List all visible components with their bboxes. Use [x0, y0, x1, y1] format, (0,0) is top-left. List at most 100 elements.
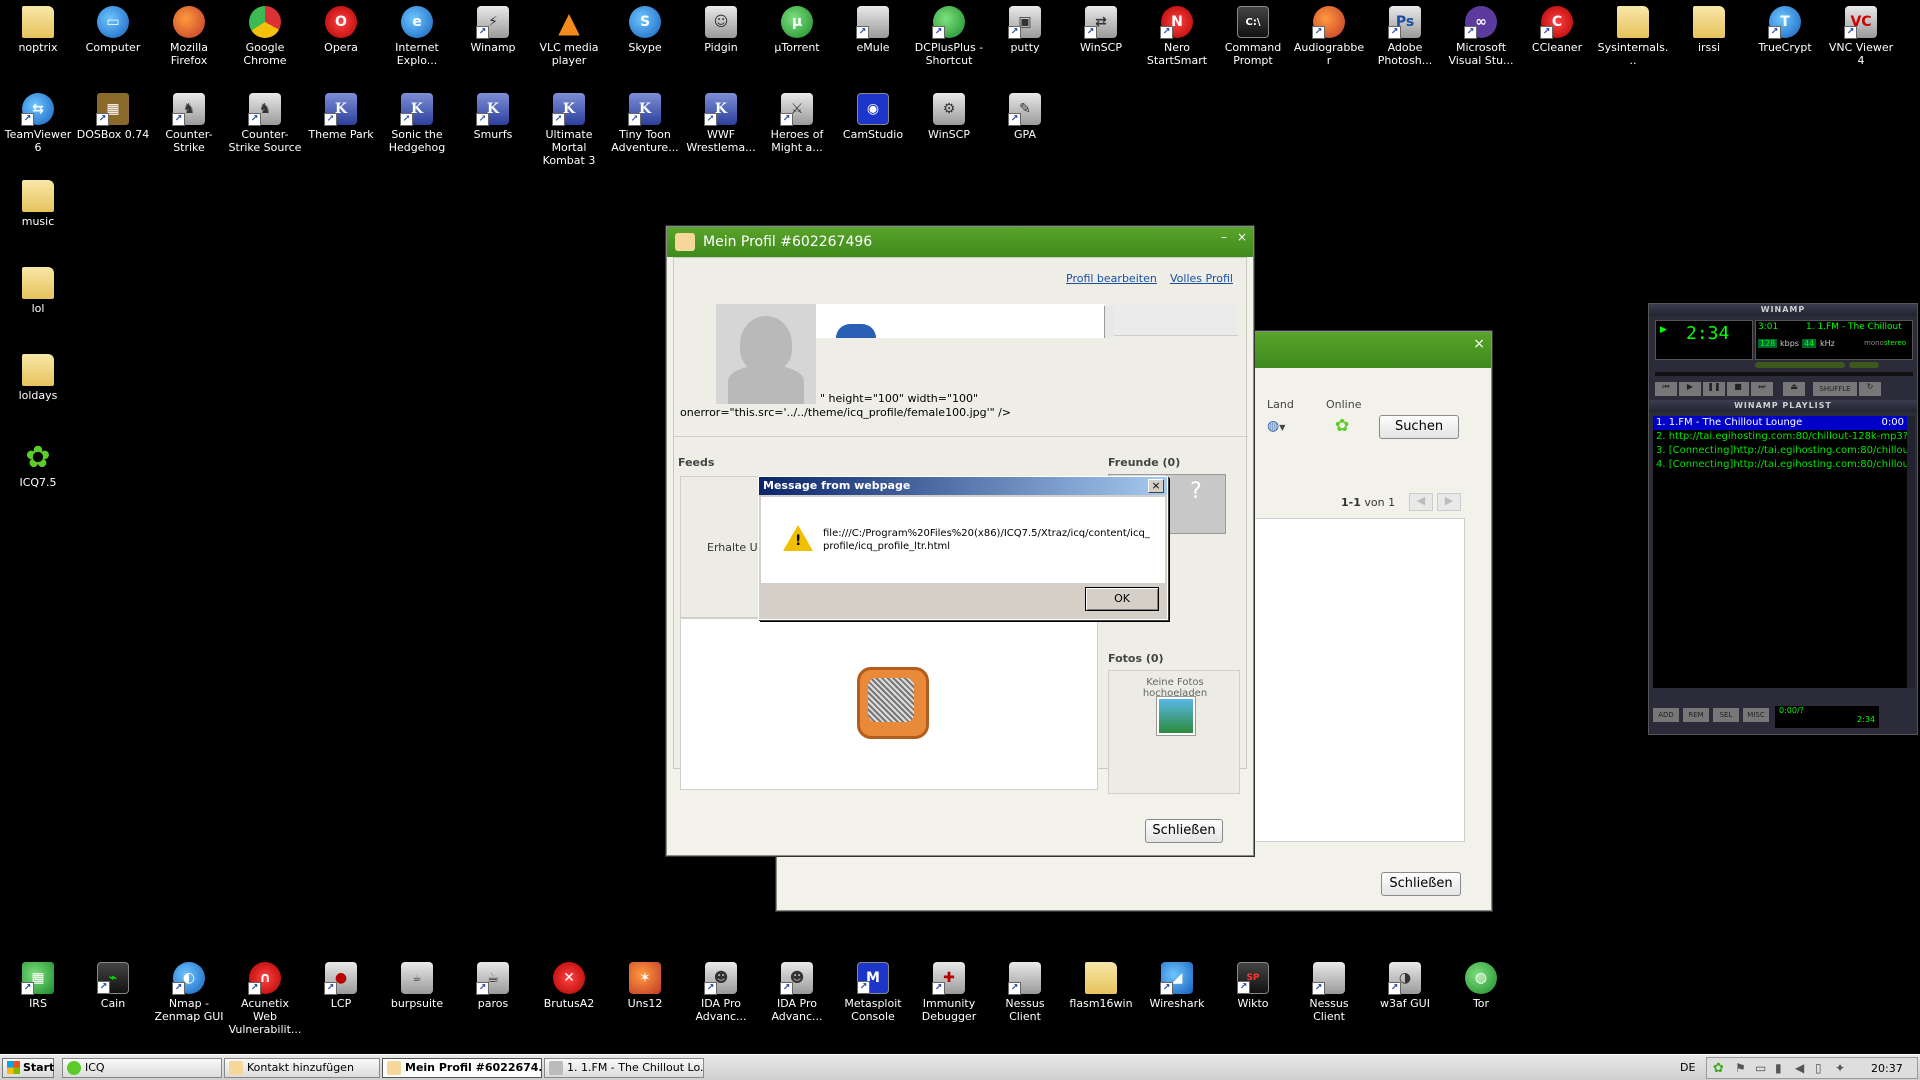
unknown-friend-avatar[interactable]: ?	[1166, 474, 1226, 534]
battery-icon[interactable]: ▯	[1815, 1061, 1822, 1075]
ok-button[interactable]: OK	[1085, 587, 1159, 611]
desktop-icon-cs-source[interactable]: ♞Counter-Strike Source	[227, 93, 303, 154]
desktop-icon-winscp[interactable]: ⇄WinSCP	[1063, 6, 1139, 54]
profile-close-button[interactable]: Schließen	[1145, 819, 1223, 843]
desktop-icon-opera[interactable]: O Opera	[303, 6, 379, 54]
desktop-icon-utorrent[interactable]: µ µTorrent	[759, 6, 835, 54]
desktop-icon-acunetix[interactable]: ∩Acunetix Web Vulnerabilit...	[227, 962, 303, 1036]
play-icon[interactable]: ▶	[1679, 382, 1701, 396]
desktop-icon-winscp-2[interactable]: ⚙ WinSCP	[911, 93, 987, 141]
desktop-icon-ida-2[interactable]: ☻IDA Pro Advanc...	[759, 962, 835, 1023]
desktop-icon-putty[interactable]: ▣putty	[987, 6, 1063, 54]
desktop-icon-emule[interactable]: eMule	[835, 6, 911, 54]
playlist-item[interactable]: 2. http://tai.egihosting.com:80/chillout…	[1653, 430, 1907, 444]
playlist-remove-button[interactable]: REM	[1683, 708, 1709, 722]
search-button[interactable]: Suchen	[1379, 415, 1459, 439]
tray-app-icon[interactable]: ✦	[1835, 1061, 1845, 1075]
desktop-icon-brutus[interactable]: ✕ BrutusA2	[531, 962, 607, 1010]
desktop-icon-paros[interactable]: ☕paros	[455, 962, 531, 1010]
desktop-icon-skype[interactable]: S Skype	[607, 6, 683, 54]
desktop-icon-dcplusplus[interactable]: DCPlusPlus - Shortcut	[911, 6, 987, 67]
desktop-icon-theme-park[interactable]: KTheme Park	[303, 93, 379, 141]
shuffle-button[interactable]: SHUFFLE	[1813, 382, 1857, 396]
desktop-icon-sysinternals[interactable]: Sysinternals...	[1595, 6, 1671, 67]
next-icon[interactable]: ⏭	[1751, 382, 1773, 396]
close-icon[interactable]: ×	[1473, 336, 1485, 352]
desktop-icon-ida-1[interactable]: ☻IDA Pro Advanc...	[683, 962, 759, 1023]
desktop-icon-dosbox[interactable]: ▦DOSBox 0.74	[75, 93, 151, 141]
task-add-contact[interactable]: Kontakt hinzufügen	[224, 1058, 380, 1078]
task-my-profile[interactable]: Mein Profil #6022674...	[382, 1058, 542, 1078]
playlist-item[interactable]: 3. [Connecting]http://tai.egihosting.com…	[1653, 444, 1907, 458]
full-profile-link[interactable]: Volles Profil	[1170, 272, 1233, 285]
desktop-icon-lol[interactable]: lol	[0, 267, 76, 315]
desktop-icon-burpsuite[interactable]: ☕ burpsuite	[379, 962, 455, 1010]
desktop-icon-firefox[interactable]: Mozilla Firefox	[151, 6, 227, 67]
desktop-icon-vlc[interactable]: ▲ VLC media player	[531, 6, 607, 67]
signal-icon[interactable]: ▮	[1775, 1061, 1782, 1075]
desktop-icon-noptrix[interactable]: noptrix	[0, 6, 76, 54]
desktop-icon-wireshark[interactable]: ◢Wireshark	[1139, 962, 1215, 1010]
playlist-titlebar[interactable]: WINAMP PLAYLIST	[1649, 400, 1917, 412]
volume-slider[interactable]	[1755, 362, 1845, 368]
desktop-icon-pidgin[interactable]: ☺ Pidgin	[683, 6, 759, 54]
language-indicator[interactable]: DE	[1680, 1061, 1695, 1074]
desktop-icon-heroes[interactable]: ⚔Heroes of Might a...	[759, 93, 835, 154]
desktop-icon-gpa[interactable]: ✎GPA	[987, 93, 1063, 141]
desktop-icon-uns12[interactable]: ✶ Uns12	[607, 962, 683, 1010]
desktop-icon-music[interactable]: music	[0, 180, 76, 228]
next-page-button[interactable]: ▶	[1437, 493, 1461, 511]
pause-icon[interactable]: ❚❚	[1703, 382, 1725, 396]
task-winamp[interactable]: 1. 1.FM - The Chillout Lo...	[544, 1058, 704, 1078]
balance-slider[interactable]	[1849, 362, 1879, 368]
desktop-icon-lcp[interactable]: ●LCP	[303, 962, 379, 1010]
edit-profile-link[interactable]: Profil bearbeiten	[1066, 272, 1157, 285]
contact-close-button[interactable]: Schließen	[1381, 872, 1461, 896]
desktop-icon-visual-studio[interactable]: ∞Microsoft Visual Stu...	[1443, 6, 1519, 67]
start-button[interactable]: Start	[2, 1058, 54, 1078]
country-dropdown[interactable]: ◍▼	[1267, 418, 1293, 434]
desktop-icon-ccleaner[interactable]: CCCleaner	[1519, 6, 1595, 54]
desktop-icon-nessus-1[interactable]: Nessus Client	[987, 962, 1063, 1023]
desktop-icon-ie[interactable]: e Internet Explo...	[379, 6, 455, 67]
eject-icon[interactable]: ⏏	[1783, 382, 1805, 396]
desktop-icon-audiograbber[interactable]: Audiograbber	[1291, 6, 1367, 67]
upload-photo-icon[interactable]	[1157, 697, 1195, 735]
seek-bar[interactable]	[1655, 372, 1913, 376]
desktop-icon-icq[interactable]: ✿ ICQ7.5	[0, 441, 76, 489]
close-button[interactable]: ×	[1235, 230, 1249, 244]
clock[interactable]: 20:37	[1871, 1062, 1903, 1075]
desktop-icon-wwf[interactable]: KWWF Wrestlema...	[683, 93, 759, 154]
icq-tray-icon[interactable]: ✿	[1713, 1061, 1724, 1076]
banner-scrollbar[interactable]	[1104, 306, 1114, 338]
volume-icon[interactable]: ◀	[1795, 1061, 1804, 1075]
desktop-icon-wikto[interactable]: SPWikto	[1215, 962, 1291, 1010]
playlist-misc-button[interactable]: MISC	[1743, 708, 1769, 722]
desktop-icon-irssi[interactable]: irssi	[1671, 6, 1747, 54]
desktop-icon-smurfs[interactable]: KSmurfs	[455, 93, 531, 141]
desktop-icon-tor[interactable]: ◍ Tor	[1443, 962, 1519, 1010]
playlist-select-button[interactable]: SEL	[1713, 708, 1739, 722]
network-icon[interactable]: ▭	[1755, 1061, 1766, 1075]
prev-page-button[interactable]: ◀	[1409, 493, 1433, 511]
task-icq[interactable]: ICQ	[62, 1058, 222, 1078]
stop-icon[interactable]: ■	[1727, 382, 1749, 396]
previous-icon[interactable]: ⏮	[1655, 382, 1677, 396]
desktop-icon-camstudio[interactable]: ◉ CamStudio	[835, 93, 911, 141]
desktop-icon-cmd[interactable]: C:\ Command Prompt	[1215, 6, 1291, 67]
desktop-icon-winamp[interactable]: ⚡Winamp	[455, 6, 531, 54]
desktop-icon-vnc[interactable]: VCVNC Viewer 4	[1823, 6, 1899, 67]
desktop-icon-sonic[interactable]: KSonic the Hedgehog	[379, 93, 455, 154]
desktop-icon-metasploit[interactable]: MMetasploit Console	[835, 962, 911, 1023]
desktop-icon-tiny-toon[interactable]: KTiny Toon Adventure...	[607, 93, 683, 154]
minimize-button[interactable]: –	[1217, 230, 1231, 244]
desktop-icon-nero[interactable]: NNero StartSmart	[1139, 6, 1215, 67]
desktop-icon-cain[interactable]: ⌁Cain	[75, 962, 151, 1010]
playlist-item[interactable]: 1. 1.FM - The Chillout Lounge 0:00	[1653, 416, 1907, 430]
desktop-icon-umk3[interactable]: KUltimate Mortal Kombat 3	[531, 93, 607, 167]
desktop-icon-nmap[interactable]: ◐Nmap - Zenmap GUI	[151, 962, 227, 1023]
desktop-icon-counter-strike[interactable]: ♞Counter-Strike	[151, 93, 227, 154]
winamp-titlebar[interactable]: WINAMP	[1649, 304, 1917, 316]
playlist-scrollbar[interactable]	[1907, 416, 1915, 688]
desktop-icon-chrome[interactable]: Google Chrome	[227, 6, 303, 67]
